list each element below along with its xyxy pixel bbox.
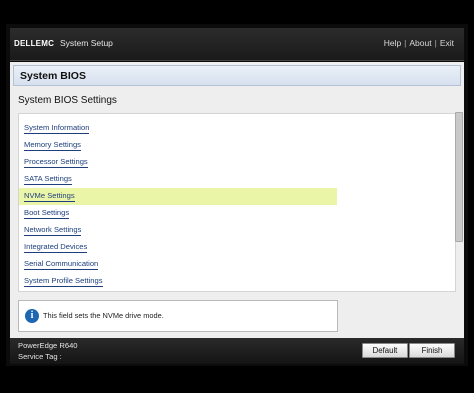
service-tag: Service Tag : [18, 352, 62, 361]
menu-item-integrated-devices[interactable]: Integrated Devices [19, 239, 337, 256]
page-title-bar: System BIOS [13, 65, 461, 86]
page-title: System BIOS [20, 70, 86, 82]
vertical-scrollbar[interactable] [455, 112, 463, 242]
dellemc-logo: DELLEMC [14, 39, 55, 48]
menu-item-label: Memory Settings [24, 140, 81, 151]
about-link[interactable]: About [409, 38, 431, 48]
menu-item-label: System Information [24, 123, 90, 134]
help-message-box: i This field sets the NVMe drive mode. [18, 300, 338, 332]
info-icon: i [25, 309, 39, 323]
menu-item-network-settings[interactable]: Network Settings [19, 222, 337, 239]
system-model: PowerEdge R640 [18, 341, 78, 350]
app-title: System Setup [60, 38, 113, 48]
menu-item-memory-settings[interactable]: Memory Settings [19, 137, 337, 154]
menu-item-nvme-settings[interactable]: NVMe Settings [19, 188, 337, 205]
menu-item-sata-settings[interactable]: SATA Settings [19, 171, 337, 188]
settings-menu-list: System Information Memory Settings Proce… [18, 113, 456, 292]
link-separator: | [434, 38, 437, 48]
menu-item-label: NVMe Settings [24, 191, 75, 202]
menu-item-label: Integrated Devices [24, 242, 88, 253]
menu-item-label: System Profile Settings [24, 276, 103, 287]
menu-item-system-information[interactable]: System Information [19, 120, 337, 137]
footer-bar: PowerEdge R640 Service Tag : Default Fin… [10, 338, 464, 364]
menu-item-serial-communication[interactable]: Serial Communication [19, 256, 337, 273]
menu-item-processor-settings[interactable]: Processor Settings [19, 154, 337, 171]
menu-item-label: Network Settings [24, 225, 82, 236]
help-link[interactable]: Help [384, 38, 401, 48]
main-panel: System BIOS System BIOS Settings System … [10, 62, 464, 338]
menu-item-label: Processor Settings [24, 157, 88, 168]
default-button[interactable]: Default [362, 343, 408, 358]
menu-item-system-profile-settings[interactable]: System Profile Settings [19, 273, 337, 290]
page-subtitle: System BIOS Settings [18, 95, 117, 106]
menu-item-label: Boot Settings [24, 208, 70, 219]
help-text: This field sets the NVMe drive mode. [43, 311, 164, 320]
header-bar: DELLEMC System Setup Help | About | Exit [10, 28, 464, 61]
link-separator: | [404, 38, 407, 48]
finish-button[interactable]: Finish [409, 343, 455, 358]
menu-item-label: SATA Settings [24, 174, 72, 185]
header-links: Help | About | Exit [384, 38, 454, 48]
exit-link[interactable]: Exit [440, 38, 454, 48]
menu-item-label: Serial Communication [24, 259, 99, 270]
menu-item-boot-settings[interactable]: Boot Settings [19, 205, 337, 222]
